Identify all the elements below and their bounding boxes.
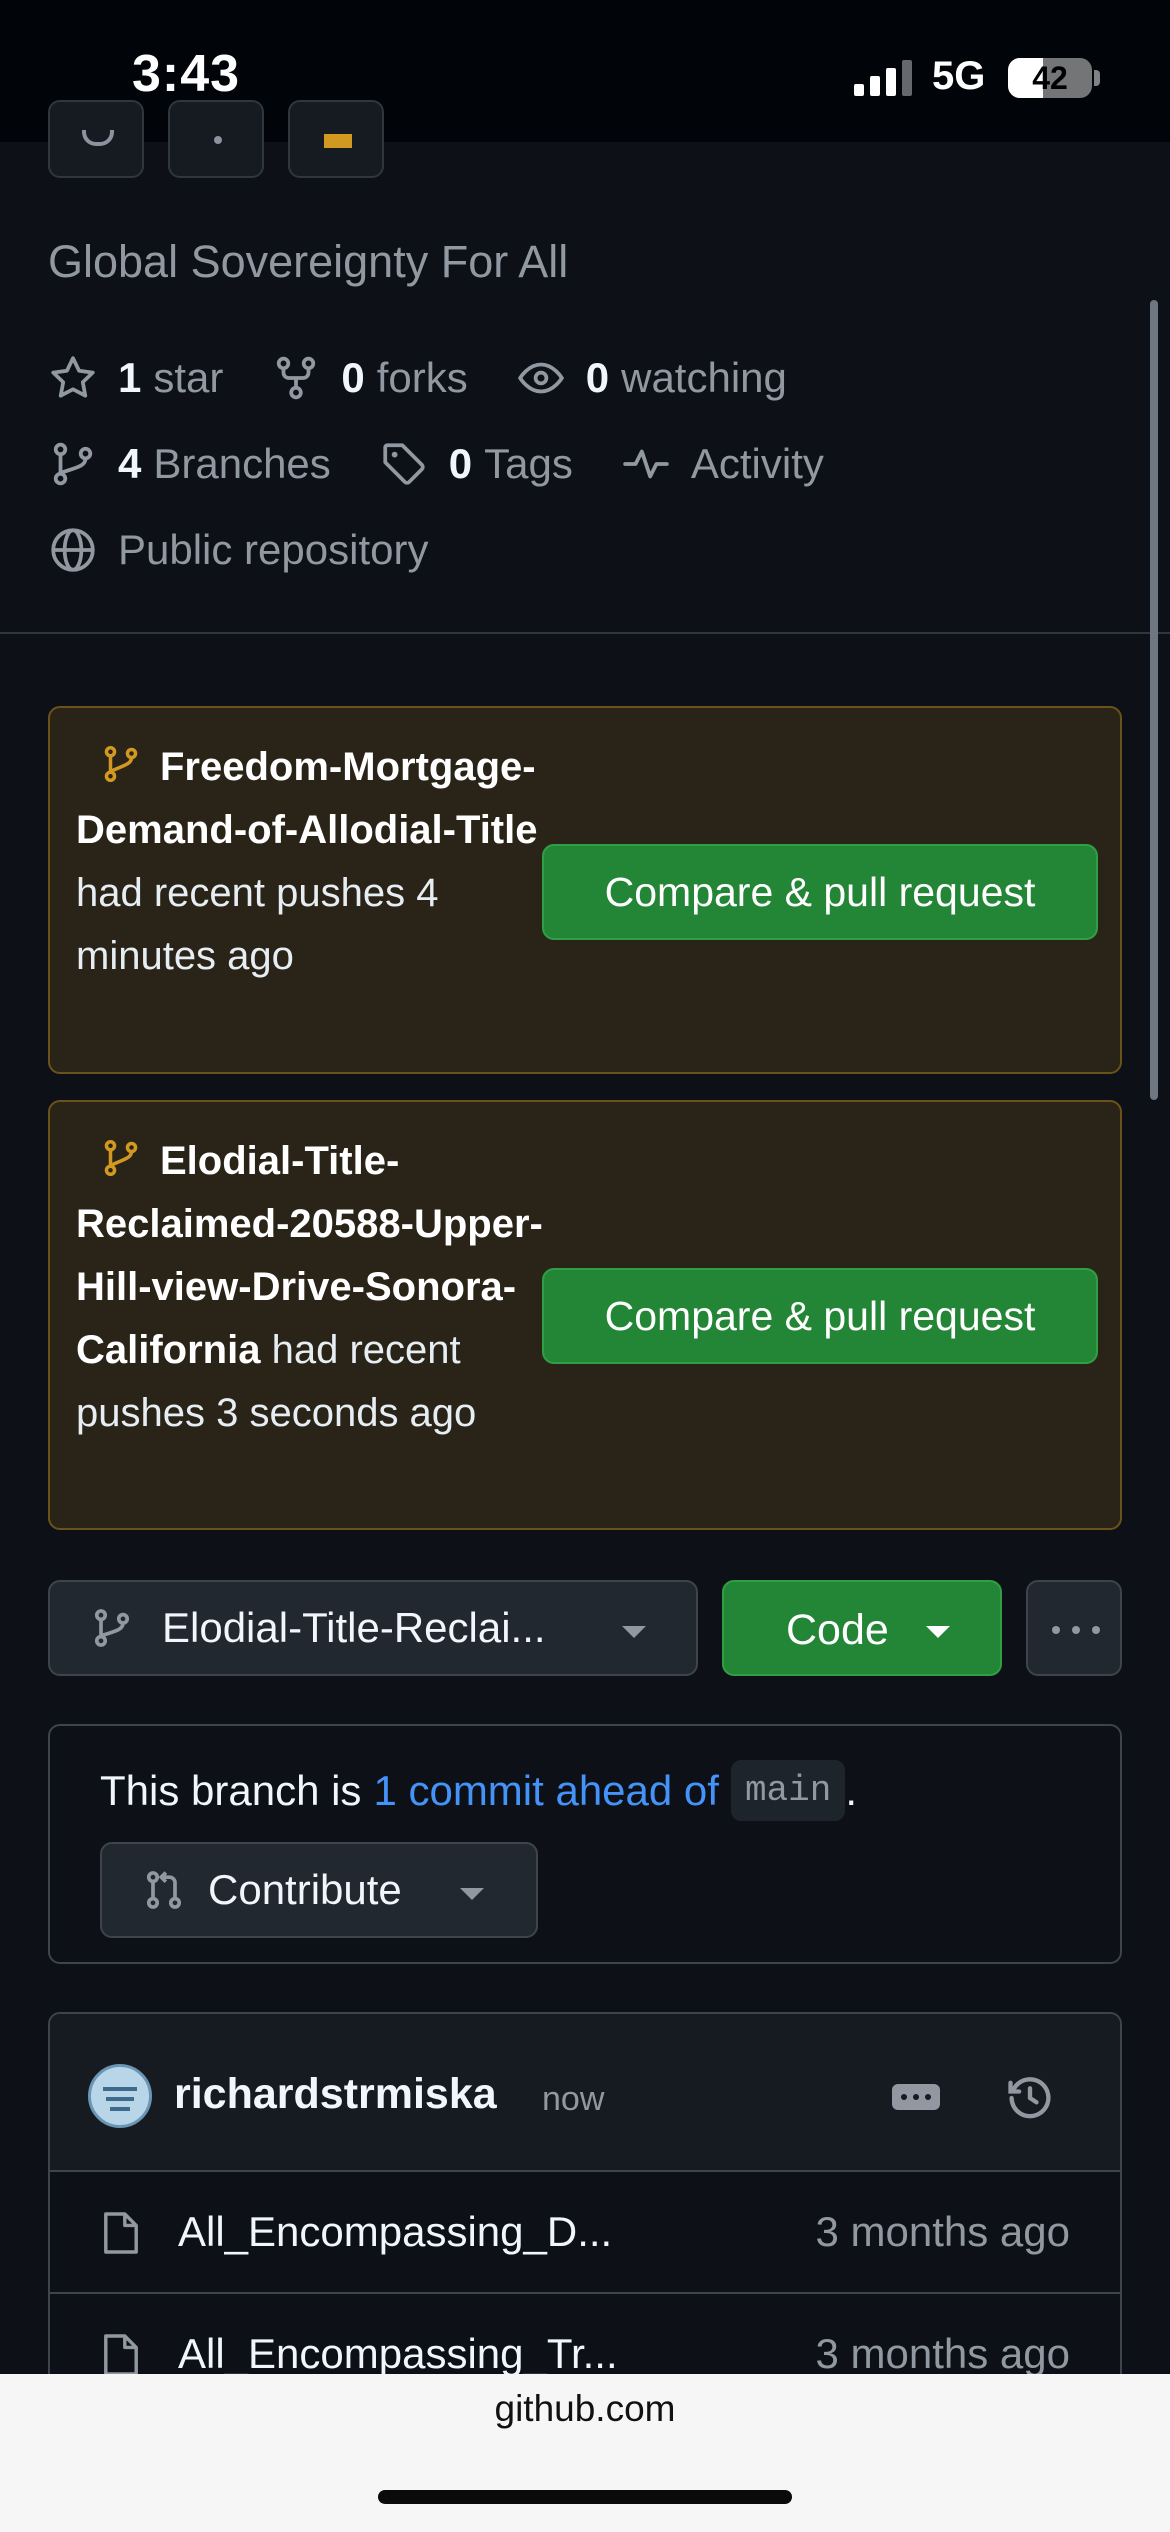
code-button-label: Code [786,1606,889,1654]
star-icon [324,134,352,148]
banner-branch-name[interactable]: Freedom-Mortgage-Demand-of-Allodial-Titl… [76,745,537,852]
repo-refs-row: 4 Branches 0 Tags Activity [48,434,824,494]
compare-pull-request-button[interactable]: Compare & pull request [542,1268,1098,1364]
more-options-button[interactable] [1026,1580,1122,1676]
star-button[interactable] [288,100,384,178]
recent-push-banner: Freedom-Mortgage-Demand-of-Allodial-Titl… [48,706,1122,1074]
file-row[interactable]: All_Encompassing_D... 3 months ago [50,2172,1120,2294]
file-age: 3 months ago [815,2330,1070,2377]
ahead-prefix: This branch is [100,1766,362,1814]
banner-message: had recent pushes 4 minutes ago [76,871,439,978]
branches-count: 4 [118,440,142,487]
banner-text: Elodial-Title-Reclaimed-20588-Upper-Hill… [76,1130,556,1445]
forks-count: 0 [341,354,365,401]
base-branch-label: main [730,1760,846,1821]
contribute-label: Contribute [208,1866,402,1913]
file-name[interactable]: All_Encompassing_D... [178,2208,612,2256]
history-icon[interactable] [1004,2072,1056,2124]
contribute-button[interactable]: Contribute [100,1842,538,1938]
commit-message-toggle-icon[interactable] [892,2084,940,2110]
repo-description: Global Sovereignty For All [48,236,569,287]
tags-label[interactable]: Tags [484,440,573,488]
battery-nub [1094,70,1100,86]
pulse-icon [623,449,669,479]
recent-push-banner: Elodial-Title-Reclaimed-20588-Upper-Hill… [48,1100,1122,1530]
fork-icon [277,356,316,400]
file-icon [104,2334,138,2376]
battery-percent: 42 [1032,60,1068,96]
banner-text: Freedom-Mortgage-Demand-of-Allodial-Titl… [76,736,556,988]
avatar[interactable] [88,2064,152,2128]
branches-label[interactable]: Branches [153,440,330,488]
code-button[interactable]: Code [722,1580,1002,1676]
battery-icon: 42 [1008,58,1092,98]
compare-pull-request-button[interactable]: Compare & pull request [542,844,1098,940]
cellular-signal-icon [854,58,914,96]
star-icon [51,356,95,398]
chevron-down-icon [460,1888,484,1900]
branch-icon [94,1609,130,1647]
branch-selector[interactable]: Elodial-Title-Reclai... [48,1580,698,1676]
status-time: 3:43 [132,45,241,103]
branch-icon [104,745,138,783]
stars-label[interactable]: star [153,354,223,402]
latest-commit-bar: richardstrmiska now [50,2014,1120,2172]
commit-author[interactable]: richardstrmiska [174,2070,497,2119]
network-type: 5G [932,54,986,98]
globe-icon [51,528,95,572]
url-label[interactable]: github.com [0,2388,1170,2430]
tags-count: 0 [448,440,473,487]
fork-icon [214,136,222,144]
section-divider [0,632,1170,634]
home-indicator[interactable] [378,2490,792,2504]
branch-icon [53,442,93,486]
chevron-down-icon [926,1626,950,1638]
browser-address-bar: github.com [0,2374,1170,2532]
commits-ahead-link[interactable]: 1 commit ahead of [373,1767,719,1815]
forks-label[interactable]: forks [377,354,468,402]
repo-visibility-row: Public repository [48,520,428,580]
tag-icon [383,443,425,485]
activity-link[interactable]: Activity [691,440,824,488]
scrollbar[interactable] [1150,300,1158,1100]
eye-icon [517,362,564,394]
stars-count: 1 [118,354,142,401]
file-name[interactable]: All_Encompassing_Tr... [178,2330,618,2378]
commit-time: now [542,2080,605,2118]
chevron-down-icon [622,1626,646,1638]
watch-button[interactable] [48,100,144,178]
watching-count: 0 [585,354,610,401]
ahead-text: This branch is 1 commit ahead of main . [100,1760,857,1821]
repo-stats-row: 1 star 0 forks 0 watching [48,348,787,408]
branch-ahead-notice: This branch is 1 commit ahead of main . … [48,1724,1122,1964]
eye-icon [82,130,114,146]
fork-button[interactable] [168,100,264,178]
pull-request-icon [146,1871,182,1909]
ahead-suffix: . [845,1766,858,1814]
file-icon [104,2212,138,2254]
visibility-label: Public repository [118,526,429,573]
watching-label[interactable]: watching [621,354,787,402]
branch-icon [104,1139,138,1177]
selected-branch-name: Elodial-Title-Reclai... [162,1604,546,1651]
file-age: 3 months ago [815,2208,1070,2255]
